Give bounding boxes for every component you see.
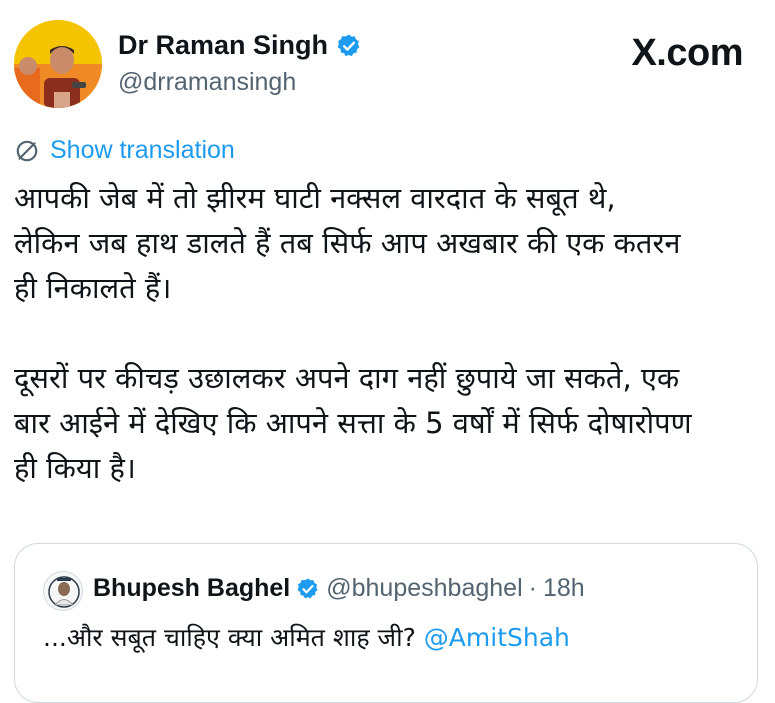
quoted-tweet-header: Bhupesh Baghel @bhupeshbaghel · 18h [93, 574, 585, 603]
author-avatar[interactable] [14, 20, 102, 108]
quoted-tweet-body: ...और सबूत चाहिए क्या अमित शाह जी? [43, 623, 416, 652]
show-translation-label: Show translation [50, 136, 235, 164]
author-avatar-image [14, 20, 102, 108]
verified-badge-icon [337, 34, 360, 56]
author-name-text: Dr Raman Singh [118, 30, 329, 60]
brand-logo: X.com [631, 32, 743, 74]
quoted-tweet-text: ...और सबूत चाहिए क्या अमित शाह जी? @Amit… [43, 620, 570, 654]
meta-separator: · [528, 574, 537, 602]
quoted-author-handle[interactable]: @bhupeshbaghel [326, 574, 522, 603]
quoted-author-avatar[interactable] [43, 571, 83, 611]
author-name[interactable]: Dr Raman Singh [118, 30, 362, 61]
tweet-paragraph: दूसरों पर कीचड़ उछालकर अपने दाग नहीं छुप… [14, 361, 692, 485]
verified-badge-icon [297, 578, 318, 598]
globe-icon [16, 140, 38, 161]
mention-link[interactable]: @AmitShah [424, 623, 570, 652]
quoted-tweet-time[interactable]: 18h [543, 574, 585, 603]
quoted-author-name[interactable]: Bhupesh Baghel [93, 574, 290, 603]
quoted-tweet-card[interactable]: Bhupesh Baghel @bhupeshbaghel · 18h ...औ… [14, 543, 758, 703]
tweet-text: आपकी जेब में तो झीरम घाटी नक्सल वारदात क… [14, 176, 766, 491]
tweet-paragraph: आपकी जेब में तो झीरम घाटी नक्सल वारदात क… [14, 181, 681, 305]
author-handle[interactable]: @drramansingh [118, 68, 296, 97]
show-translation-link[interactable]: Show translation [14, 136, 235, 165]
quoted-avatar-image [44, 572, 82, 610]
